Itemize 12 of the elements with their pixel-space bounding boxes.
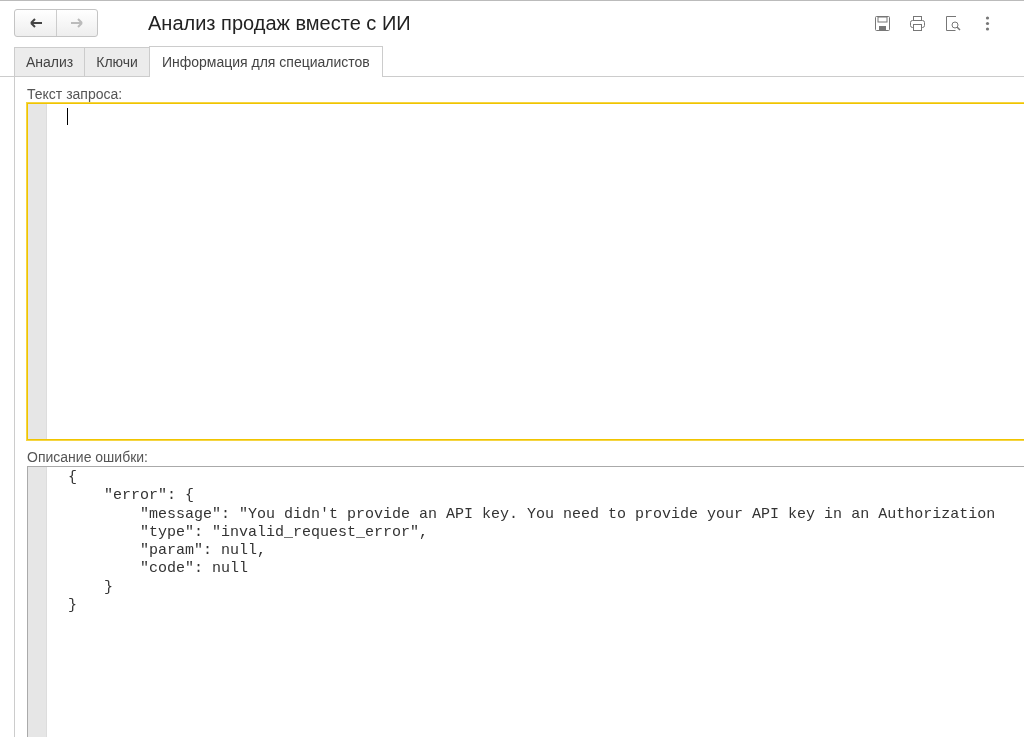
window-title: Анализ продаж вместе с ИИ	[148, 11, 412, 35]
magnifier-page-icon[interactable]	[944, 14, 961, 32]
printer-icon[interactable]	[909, 14, 926, 32]
tab[interactable]: Ключи	[84, 47, 150, 76]
tab[interactable]: Анализ	[14, 47, 86, 76]
query-text-field[interactable]	[27, 103, 1024, 440]
save-icon[interactable]	[874, 14, 891, 32]
text-cursor	[67, 108, 68, 125]
field-label: Текст запроса:	[27, 85, 124, 103]
field-label: Описание ошибки:	[27, 448, 149, 466]
error-text-field[interactable]: { "error": { "message": "You didn't provide an API key. You need to provide your API key in an Authorization "type": "invalid_request_error", "param": null, "code": null } }	[27, 466, 1024, 737]
tab[interactable]: Информация для специалистов	[148, 46, 383, 77]
